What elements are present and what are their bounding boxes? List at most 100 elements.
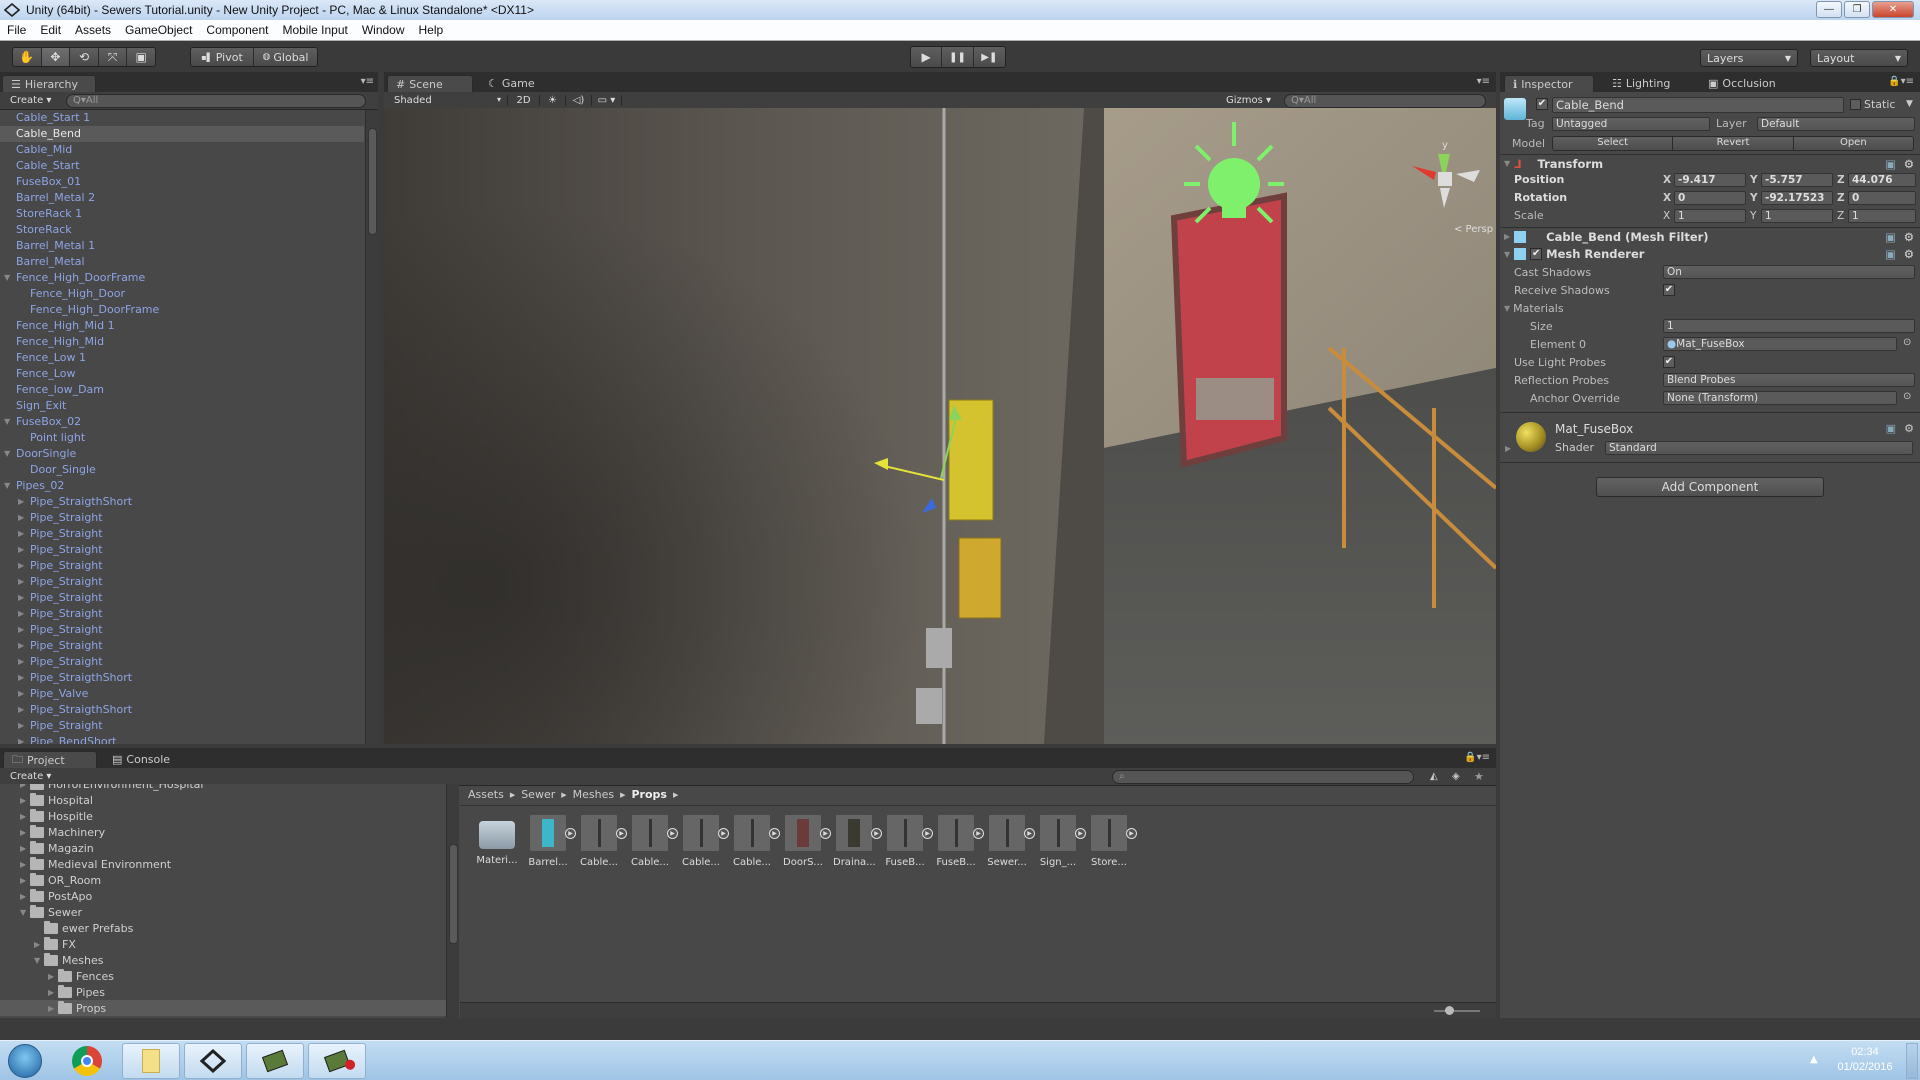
collapsed-arrow-icon[interactable]: ▶ xyxy=(20,844,26,853)
collapsed-arrow-icon[interactable]: ▶ xyxy=(48,1004,54,1013)
expand-prefab-icon[interactable]: ▶ xyxy=(820,828,831,839)
asset-item[interactable]: ▶ DoorS... xyxy=(782,815,831,868)
model-revert-button[interactable]: Revert xyxy=(1673,137,1794,150)
asset-item[interactable]: ▶ Cable... xyxy=(731,815,780,868)
static-checkbox[interactable] xyxy=(1850,99,1861,110)
hierarchy-item[interactable]: ▶ Pipe_StraigthShort xyxy=(0,494,364,510)
pivot-button[interactable]: ▪▌ Pivot xyxy=(191,48,255,66)
hierarchy-item[interactable]: Cable_Bend xyxy=(0,126,364,142)
hierarchy-item[interactable]: Fence_High_Mid xyxy=(0,334,364,350)
collapsed-arrow-icon[interactable]: ▶ xyxy=(18,494,28,510)
hierarchy-item[interactable]: Cable_Start 1 xyxy=(0,110,364,126)
tab-hierarchy[interactable]: ☰ Hierarchy xyxy=(2,75,96,92)
breadcrumb-meshes[interactable]: Meshes xyxy=(573,788,614,801)
collapsed-arrow-icon[interactable]: ▶ xyxy=(18,638,28,654)
global-button[interactable]: ◍ Global xyxy=(254,48,317,66)
hierarchy-item[interactable]: ▶ Pipe_Straight xyxy=(0,526,364,542)
hierarchy-item[interactable]: Barrel_Metal xyxy=(0,254,364,270)
project-folder[interactable]: ▶ Pipes xyxy=(0,984,446,1000)
tab-lighting[interactable]: ☷ Lighting xyxy=(1604,75,1678,92)
tab-occlusion[interactable]: ▣ Occlusion xyxy=(1700,75,1784,92)
search-by-label-icon[interactable]: ◈ xyxy=(1452,771,1460,782)
icon-size-slider-handle[interactable] xyxy=(1445,1006,1454,1015)
gear-icon[interactable]: ⚙ xyxy=(1904,247,1914,261)
collapsed-arrow-icon[interactable]: ▶ xyxy=(20,784,26,789)
tab-inspector[interactable]: ℹ Inspector xyxy=(1504,75,1594,92)
help-icon[interactable]: ▣ xyxy=(1886,422,1896,435)
hierarchy-item[interactable]: ▼ FuseBox_02 xyxy=(0,414,364,430)
scene-viewport[interactable]: y < Persp xyxy=(384,108,1496,744)
collapsed-arrow-icon[interactable]: ▶ xyxy=(20,828,26,837)
asset-item[interactable]: ▶ Cable... xyxy=(629,815,678,868)
expand-prefab-icon[interactable]: ▶ xyxy=(1075,828,1086,839)
project-folder[interactable]: ▶ Machinery xyxy=(0,824,446,840)
collapsed-arrow-icon[interactable]: ▶ xyxy=(20,892,26,901)
hierarchy-item[interactable]: ▶ Pipe_StraigthShort xyxy=(0,670,364,686)
asset-item[interactable]: ▶ Store... xyxy=(1088,815,1137,868)
expanded-arrow-icon[interactable]: ▼ xyxy=(20,908,26,917)
scrollbar-thumb[interactable] xyxy=(368,128,377,235)
collapsed-arrow-icon[interactable]: ▶ xyxy=(34,940,40,949)
project-folder[interactable]: ewer Prefabs xyxy=(0,920,446,936)
object-picker-icon[interactable]: ⊙ xyxy=(1903,391,1911,402)
hierarchy-item[interactable]: ▼ DoorSingle xyxy=(0,446,364,462)
move-tool-button[interactable]: ✥ xyxy=(41,48,71,66)
hierarchy-item[interactable]: StoreRack xyxy=(0,222,364,238)
collapsed-arrow-icon[interactable]: ▶ xyxy=(48,988,54,997)
menu-assets[interactable]: Assets xyxy=(68,23,118,37)
mesh-renderer-header[interactable]: ▼ ✔ Mesh Renderer ▣ ⚙ xyxy=(1500,245,1920,263)
asset-item[interactable]: ▶ Sign_... xyxy=(1037,815,1086,868)
object-name-input[interactable]: Cable_Bend xyxy=(1552,97,1844,113)
rect-tool-button[interactable]: ▣ xyxy=(127,48,155,66)
project-folder[interactable]: ▶ Hospitle xyxy=(0,808,446,824)
collapsed-arrow-icon[interactable]: ▶ xyxy=(20,876,26,885)
collapsed-arrow-icon[interactable]: ▶ xyxy=(18,686,28,702)
lock-icon[interactable]: 🔒▾≡ xyxy=(1464,752,1490,763)
rotation-x-input[interactable]: 0 xyxy=(1674,191,1746,205)
help-icon[interactable]: ▣ xyxy=(1885,230,1896,244)
anchor-override-field[interactable]: None (Transform) xyxy=(1663,391,1897,405)
scene-effects-dropdown[interactable]: ▭ ▾ xyxy=(592,95,622,106)
gizmos-dropdown[interactable]: Gizmos ▾ xyxy=(1226,95,1276,106)
show-desktop-button[interactable] xyxy=(1906,1043,1918,1079)
hierarchy-item[interactable]: ▶ Pipe_Straight xyxy=(0,638,364,654)
collapsed-arrow-icon[interactable]: ▶ xyxy=(18,510,28,526)
materials-size-input[interactable]: 1 xyxy=(1663,319,1915,333)
help-icon[interactable]: ▣ xyxy=(1885,157,1896,171)
materials-foldout[interactable]: ▼ Materials xyxy=(1504,300,1914,316)
hierarchy-item[interactable]: Point light xyxy=(0,430,364,446)
breadcrumb-props[interactable]: Props xyxy=(632,788,667,801)
hierarchy-item[interactable]: StoreRack 1 xyxy=(0,206,364,222)
hierarchy-item[interactable]: Fence_High_Door xyxy=(0,286,364,302)
gear-icon[interactable]: ⚙ xyxy=(1904,157,1914,171)
layer-dropdown[interactable]: Default xyxy=(1757,117,1915,131)
scene-lighting-toggle[interactable]: ☀ xyxy=(540,95,566,106)
breadcrumb-sewer[interactable]: Sewer xyxy=(521,788,555,801)
scrollbar-thumb[interactable] xyxy=(449,844,458,944)
hierarchy-item[interactable]: ▶ Pipe_Straight xyxy=(0,654,364,670)
collapsed-arrow-icon[interactable]: ▶ xyxy=(18,734,28,744)
project-folder[interactable]: ▶ Magazin xyxy=(0,840,446,856)
scale-y-axis-label[interactable]: Y xyxy=(1750,210,1756,222)
project-folder[interactable]: ▶ Medieval Environment xyxy=(0,856,446,872)
active-checkbox[interactable]: ✔ xyxy=(1536,98,1548,110)
hierarchy-item[interactable]: ▶ Pipe_Straight xyxy=(0,510,364,526)
scene-audio-toggle[interactable]: ◁) xyxy=(566,95,592,106)
app-record-taskbar-button[interactable] xyxy=(308,1043,366,1079)
tab-project[interactable]: 🗀 Project xyxy=(3,751,97,768)
hierarchy-item[interactable]: ▶ Pipe_BendShort xyxy=(0,734,364,744)
object-picker-icon[interactable]: ⊙ xyxy=(1903,337,1911,348)
rotation-z-axis-label[interactable]: Z xyxy=(1837,192,1845,204)
project-folder[interactable]: ▼ Meshes xyxy=(0,952,446,968)
collapsed-arrow-icon[interactable]: ▶ xyxy=(18,622,28,638)
project-folder[interactable]: ▶ OR_Room xyxy=(0,872,446,888)
collapsed-arrow-icon[interactable]: ▶ xyxy=(20,812,26,821)
persp-label[interactable]: < Persp xyxy=(1454,224,1493,235)
position-x-axis-label[interactable]: X xyxy=(1663,174,1671,186)
expanded-arrow-icon[interactable]: ▼ xyxy=(4,270,14,286)
asset-item[interactable]: ▶ Barrel... xyxy=(527,815,576,868)
project-folder[interactable]: ▶ FX xyxy=(0,936,446,952)
shading-mode-dropdown[interactable]: Shaded ▾ xyxy=(384,95,508,106)
element0-field[interactable]: ●Mat_FuseBox xyxy=(1663,337,1897,351)
asset-item[interactable]: ▶ Cable... xyxy=(578,815,627,868)
